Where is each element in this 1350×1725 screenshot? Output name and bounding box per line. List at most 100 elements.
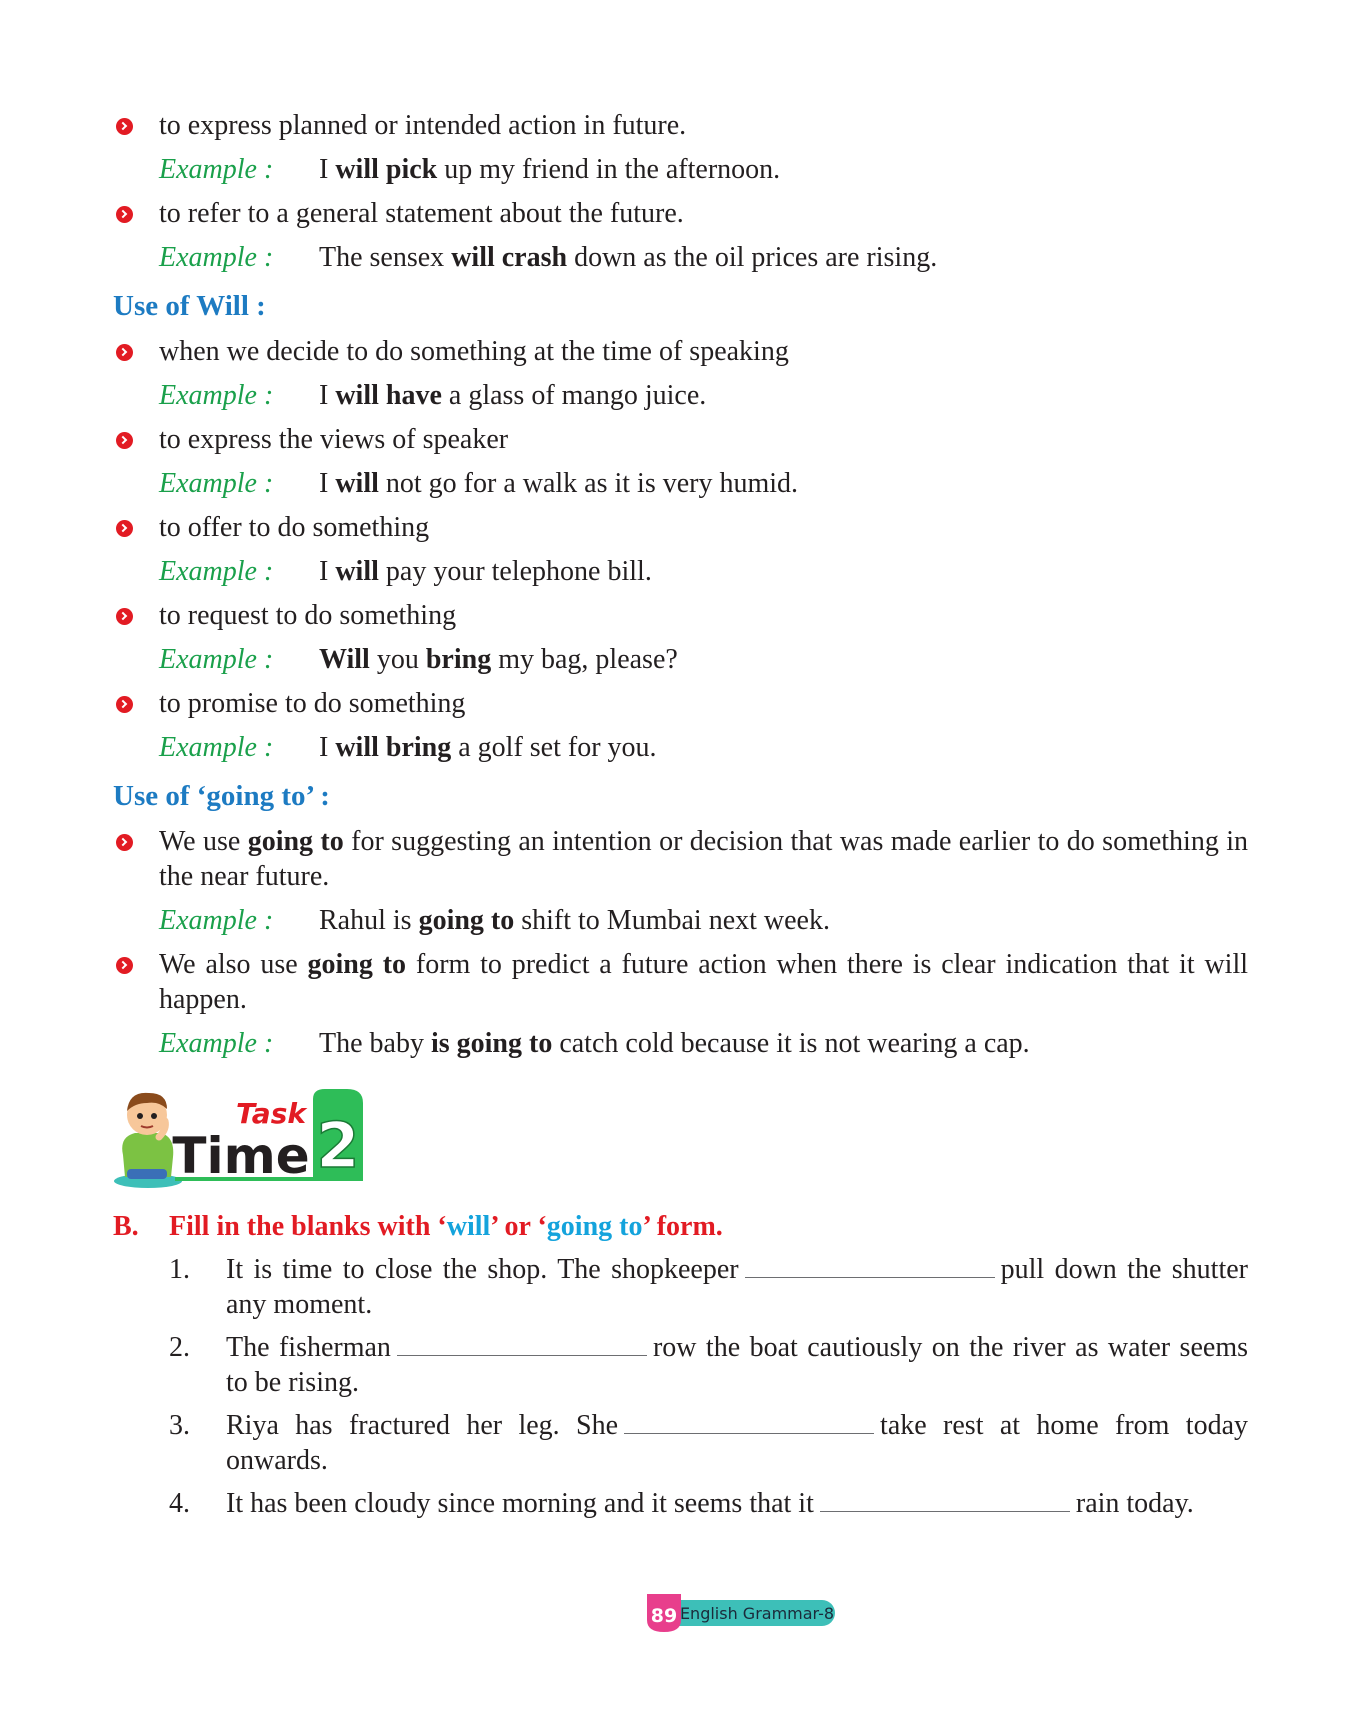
exercise-letter: B.	[113, 1211, 139, 1242]
example-text: The baby	[319, 1028, 431, 1059]
example-bold: bring	[425, 644, 492, 675]
bullet-chevron-icon	[116, 608, 133, 625]
bullet-item: We also use going to form to predict a f…	[113, 947, 1248, 1017]
example-text: I	[319, 380, 336, 411]
section-heading-going-to: Use of ‘going to’ :	[113, 780, 330, 812]
example-text: The sensex	[319, 242, 452, 273]
bullet-item: We use going to for suggesting an intent…	[113, 824, 1248, 894]
page-number: 89	[651, 1605, 677, 1627]
bullet-item: to refer to a general statement about th…	[113, 196, 1248, 231]
page-footer: 89 English Grammar-8	[637, 1590, 837, 1634]
bullet-item: to express the views of speaker	[113, 422, 1248, 457]
example-label: Example :	[159, 905, 274, 936]
answer-blank[interactable]	[624, 1411, 875, 1434]
bullet-bold: going to	[307, 949, 407, 980]
question-text: Riya has fractured her leg. She	[226, 1410, 619, 1441]
bullet-chevron-icon	[116, 206, 133, 223]
bullet-text: to offer to do something	[159, 512, 430, 543]
example-bold: will pick	[335, 154, 438, 185]
bullet-item: to offer to do something	[113, 510, 1248, 545]
answer-blank[interactable]	[396, 1333, 647, 1356]
example-text: my bag, please?	[491, 644, 678, 675]
example-line: Example : I will pay your telephone bill.	[113, 554, 1248, 589]
example-text: catch cold because it is not wearing a c…	[552, 1028, 1030, 1059]
bullet-text: when we decide to do something at the ti…	[159, 336, 789, 367]
example-text: I	[319, 468, 336, 499]
task-time-badge: 2 Task Time	[113, 1085, 1248, 1195]
task-number: 2	[316, 1109, 359, 1182]
example-line: Example : Rahul is going to shift to Mumb…	[113, 903, 1248, 938]
example-label: Example :	[159, 154, 274, 185]
example-text: up my friend in the afternoon.	[437, 154, 781, 185]
bullet-chevron-icon	[116, 520, 133, 537]
example-text: down as the oil prices are rising.	[567, 242, 938, 273]
exercise-title-part: ’ or ‘	[490, 1211, 547, 1242]
bullet-text: to request to do something	[159, 600, 457, 631]
question-number: 1.	[169, 1254, 190, 1285]
question-text: The fisherman	[226, 1332, 391, 1363]
example-text: shift to Mumbai next week.	[514, 905, 830, 936]
bullet-chevron-icon	[116, 432, 133, 449]
example-text: I	[319, 556, 336, 587]
bullet-text: to express the views of speaker	[159, 424, 509, 455]
book-title: English Grammar-8	[680, 1604, 834, 1623]
example-text: not go for a walk as it is very humid.	[378, 468, 799, 499]
example-line: Example : Will you bring my bag, please?	[113, 642, 1248, 677]
example-label: Example :	[159, 644, 274, 675]
bullet-text: to express planned or intended action in…	[159, 110, 687, 141]
example-text: pay your telephone bill.	[378, 556, 652, 587]
page-content: to express planned or intended action in…	[113, 108, 1248, 1529]
question-number: 4.	[169, 1488, 190, 1519]
example-line: Example : I will have a glass of mango ju…	[113, 378, 1248, 413]
example-bold: will have	[335, 380, 442, 411]
example-text: I	[319, 154, 336, 185]
question-number: 3.	[169, 1410, 190, 1441]
example-bold: will	[335, 556, 379, 587]
example-label: Example :	[159, 380, 274, 411]
example-bold: will bring	[335, 732, 452, 763]
bullet-item: to promise to do something	[113, 686, 1248, 721]
answer-blank[interactable]	[819, 1489, 1070, 1512]
example-text: a golf set for you.	[451, 732, 657, 763]
bullet-chevron-icon	[116, 957, 133, 974]
example-label: Example :	[159, 732, 274, 763]
question-number: 2.	[169, 1332, 190, 1363]
exercise-title-part: Fill in the blanks with ‘	[169, 1211, 447, 1242]
task-time-logo: 2 Task Time	[114, 1089, 363, 1188]
bullet-chevron-icon	[116, 344, 133, 361]
bullet-chevron-icon	[116, 118, 133, 135]
bullet-chevron-icon	[116, 834, 133, 851]
question-text: It has been cloudy since morning and it …	[226, 1488, 814, 1519]
example-bold: will	[335, 468, 379, 499]
bullet-bold: going to	[247, 826, 344, 857]
exercise-title-part: ’ form.	[642, 1211, 723, 1242]
example-bold: Will	[319, 644, 370, 675]
example-bold: going to	[418, 905, 515, 936]
example-label: Example :	[159, 556, 274, 587]
question-item: 1. It is time to close the shop. The sho…	[113, 1252, 1248, 1322]
textbook-page: to express planned or intended action in…	[0, 0, 1350, 1725]
example-text: a glass of mango juice.	[441, 380, 707, 411]
example-label: Example :	[159, 242, 274, 273]
exercise-title-will: will	[446, 1211, 491, 1242]
bullet-item: to express planned or intended action in…	[113, 108, 1248, 143]
bullet-text: to promise to do something	[159, 688, 466, 719]
example-line: Example : The baby is going to catch cold…	[113, 1026, 1248, 1061]
question-text: It is time to close the shop. The shopke…	[226, 1254, 739, 1285]
example-line: Example : I will bring a golf set for you…	[113, 730, 1248, 765]
example-line: Example : The sensex will crash down as t…	[113, 240, 1248, 275]
bullet-text: We use	[159, 826, 248, 857]
example-line: Example : I will not go for a walk as it …	[113, 466, 1248, 501]
bullet-text: We also use	[159, 949, 308, 980]
example-line: Example : I will pick up my friend in the…	[113, 152, 1248, 187]
page-number-badge: 89 English Grammar-8	[647, 1594, 835, 1632]
bullet-text: to refer to a general statement about th…	[159, 198, 684, 229]
exercise-heading: B. Fill in the blanks with ‘will’ or ‘goi…	[113, 1209, 1248, 1244]
example-text: I	[319, 732, 336, 763]
example-label: Example :	[159, 468, 274, 499]
example-label: Example :	[159, 1028, 274, 1059]
section-heading-will: Use of Will :	[113, 290, 266, 322]
question-item: 4. It has been cloudy since morning and …	[113, 1486, 1248, 1521]
task-word: Task	[236, 1097, 308, 1130]
answer-blank[interactable]	[744, 1255, 995, 1278]
